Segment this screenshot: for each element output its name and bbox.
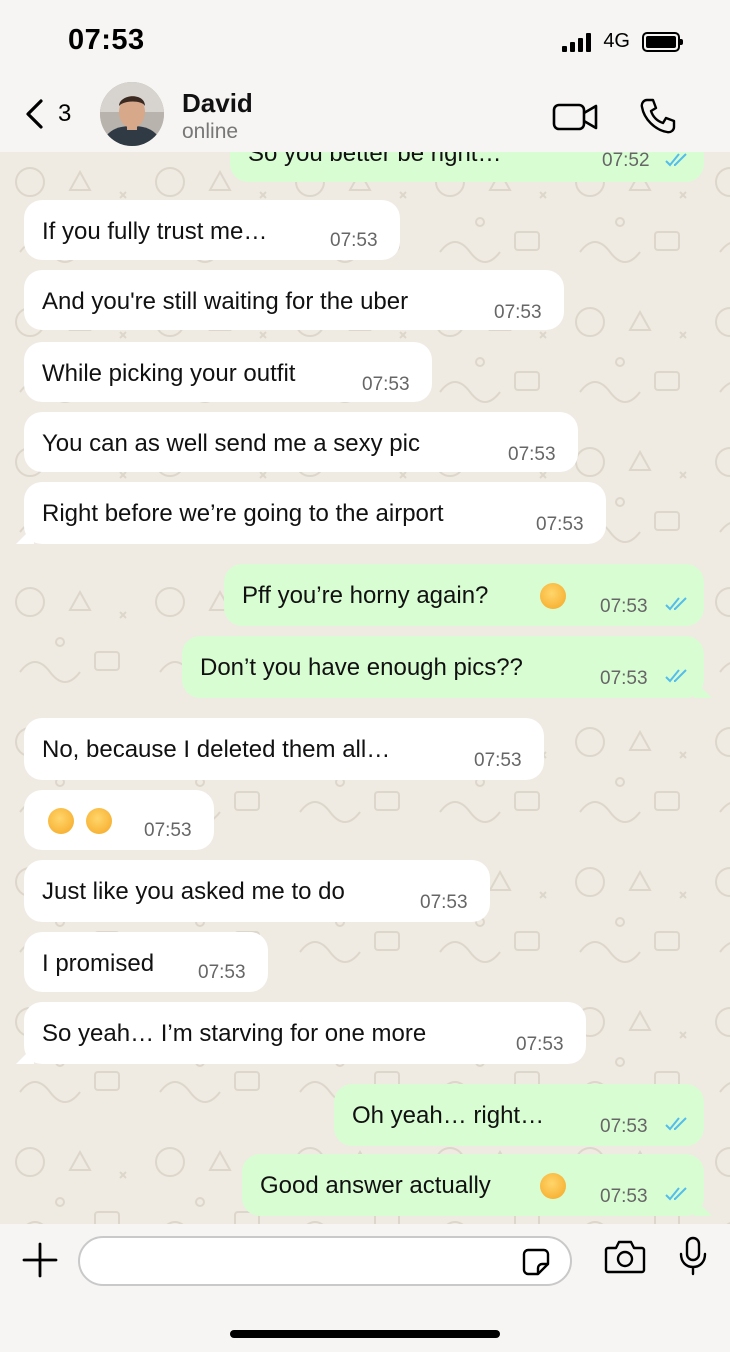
attach-button[interactable] bbox=[22, 1242, 58, 1283]
message-text: Don’t you have enough pics?? bbox=[200, 654, 523, 681]
message-bubble-incoming[interactable]: You can as well send me a sexy pic 07:53 bbox=[24, 412, 578, 472]
message-text: Good answer actually bbox=[260, 1172, 491, 1199]
voice-call-button[interactable] bbox=[638, 96, 678, 141]
message-list: So you better be right… 07:52 If you ful… bbox=[0, 152, 730, 1224]
message-text: Right before we’re going to the airport bbox=[42, 500, 444, 527]
chat-area[interactable]: So you better be right… 07:52 If you ful… bbox=[0, 152, 730, 1224]
message-time: 07:53 bbox=[144, 820, 192, 841]
message-time: 07:53 bbox=[600, 596, 648, 617]
message-input[interactable] bbox=[98, 1238, 522, 1284]
avatar[interactable] bbox=[100, 82, 164, 146]
message-time: 07:53 bbox=[516, 1034, 564, 1055]
microphone-icon bbox=[679, 1236, 707, 1276]
message-bubble-outgoing[interactable]: So you better be right… 07:52 bbox=[230, 152, 704, 182]
battery-icon bbox=[642, 31, 683, 52]
contact-name[interactable]: David bbox=[182, 88, 253, 119]
message-time: 07:53 bbox=[600, 1186, 648, 1207]
message-time: 07:53 bbox=[600, 668, 648, 689]
message-text: So you better be right… bbox=[248, 152, 502, 167]
message-time: 07:53 bbox=[508, 444, 556, 465]
video-camera-icon bbox=[552, 103, 598, 131]
message-bubble-incoming[interactable]: If you fully trust me… 07:53 bbox=[24, 200, 400, 260]
signal-icon bbox=[562, 32, 592, 52]
message-time: 07:53 bbox=[198, 962, 246, 983]
message-input-bar bbox=[0, 1224, 730, 1352]
message-time: 07:53 bbox=[330, 230, 378, 251]
message-text: Just like you asked me to do bbox=[42, 878, 345, 905]
message-text: No, because I deleted them all… bbox=[42, 736, 391, 763]
message-text: And you're still waiting for the uber bbox=[42, 288, 409, 315]
winking-tongue-emoji bbox=[540, 583, 566, 609]
message-bubble-outgoing[interactable]: Good answer actually 07:53 bbox=[242, 1154, 704, 1216]
network-type: 4G bbox=[603, 30, 630, 52]
message-text: Oh yeah… right… bbox=[352, 1102, 545, 1129]
message-bubble-incoming[interactable]: 07:53 bbox=[24, 790, 214, 850]
message-bubble-incoming[interactable]: Just like you asked me to do 07:53 bbox=[24, 860, 490, 922]
message-time: 07:53 bbox=[474, 750, 522, 771]
relieved-emoji bbox=[540, 1173, 566, 1199]
message-time: 07:53 bbox=[494, 302, 542, 323]
message-text: You can as well send me a sexy pic bbox=[42, 430, 420, 457]
sweat-smile-emoji bbox=[86, 808, 112, 834]
status-icons: 4G bbox=[562, 30, 683, 53]
back-button[interactable]: 3 bbox=[24, 98, 71, 130]
avatar-photo bbox=[100, 82, 164, 146]
double-check-icon bbox=[665, 597, 687, 611]
double-check-icon bbox=[665, 1187, 687, 1201]
microphone-button[interactable] bbox=[678, 1236, 708, 1281]
status-bar: 07:53 4G bbox=[0, 0, 730, 80]
chevron-left-icon bbox=[26, 99, 43, 129]
message-bubble-outgoing[interactable]: Pff you’re horny again? 07:53 bbox=[224, 564, 704, 626]
message-bubble-incoming[interactable]: While picking your outfit 07:53 bbox=[24, 342, 432, 402]
double-check-icon bbox=[665, 669, 687, 683]
message-text: Pff you’re horny again? bbox=[242, 582, 489, 609]
contact-status: online bbox=[182, 120, 239, 143]
message-bubble-incoming[interactable]: No, because I deleted them all… 07:53 bbox=[24, 718, 544, 780]
message-text: So yeah… I’m starving for one more bbox=[42, 1020, 427, 1047]
message-time: 07:53 bbox=[362, 374, 410, 395]
message-bubble-incoming[interactable]: I promised 07:53 bbox=[24, 932, 268, 992]
sticker-icon bbox=[522, 1248, 550, 1276]
message-text: While picking your outfit bbox=[42, 360, 296, 387]
message-time: 07:52 bbox=[602, 152, 650, 171]
message-input-container bbox=[78, 1236, 572, 1286]
camera-button[interactable] bbox=[604, 1238, 646, 1279]
message-time: 07:53 bbox=[420, 892, 468, 913]
double-check-icon bbox=[665, 1117, 687, 1131]
video-call-button[interactable] bbox=[552, 102, 600, 137]
message-bubble-outgoing[interactable]: Oh yeah… right… 07:53 bbox=[334, 1084, 704, 1146]
message-bubble-incoming[interactable]: And you're still waiting for the uber 07… bbox=[24, 270, 564, 330]
double-check-icon bbox=[665, 153, 687, 167]
home-indicator[interactable] bbox=[230, 1330, 500, 1338]
message-time: 07:53 bbox=[536, 514, 584, 535]
sticker-button[interactable] bbox=[522, 1248, 550, 1281]
chat-header: 3 David online bbox=[0, 80, 730, 152]
camera-icon bbox=[604, 1240, 646, 1274]
message-text: I promised bbox=[42, 950, 155, 977]
message-text: If you fully trust me… bbox=[42, 218, 268, 245]
message-bubble-incoming[interactable]: Right before we’re going to the airport … bbox=[24, 482, 606, 544]
sweat-smile-emoji bbox=[48, 808, 74, 834]
plus-icon bbox=[22, 1242, 58, 1278]
message-bubble-outgoing[interactable]: Don’t you have enough pics?? 07:53 bbox=[182, 636, 704, 698]
unread-count: 3 bbox=[58, 100, 72, 127]
status-time: 07:53 bbox=[68, 24, 145, 56]
message-bubble-incoming[interactable]: So yeah… I’m starving for one more 07:53 bbox=[24, 1002, 586, 1064]
message-time: 07:53 bbox=[600, 1116, 648, 1137]
phone-icon bbox=[640, 98, 676, 134]
